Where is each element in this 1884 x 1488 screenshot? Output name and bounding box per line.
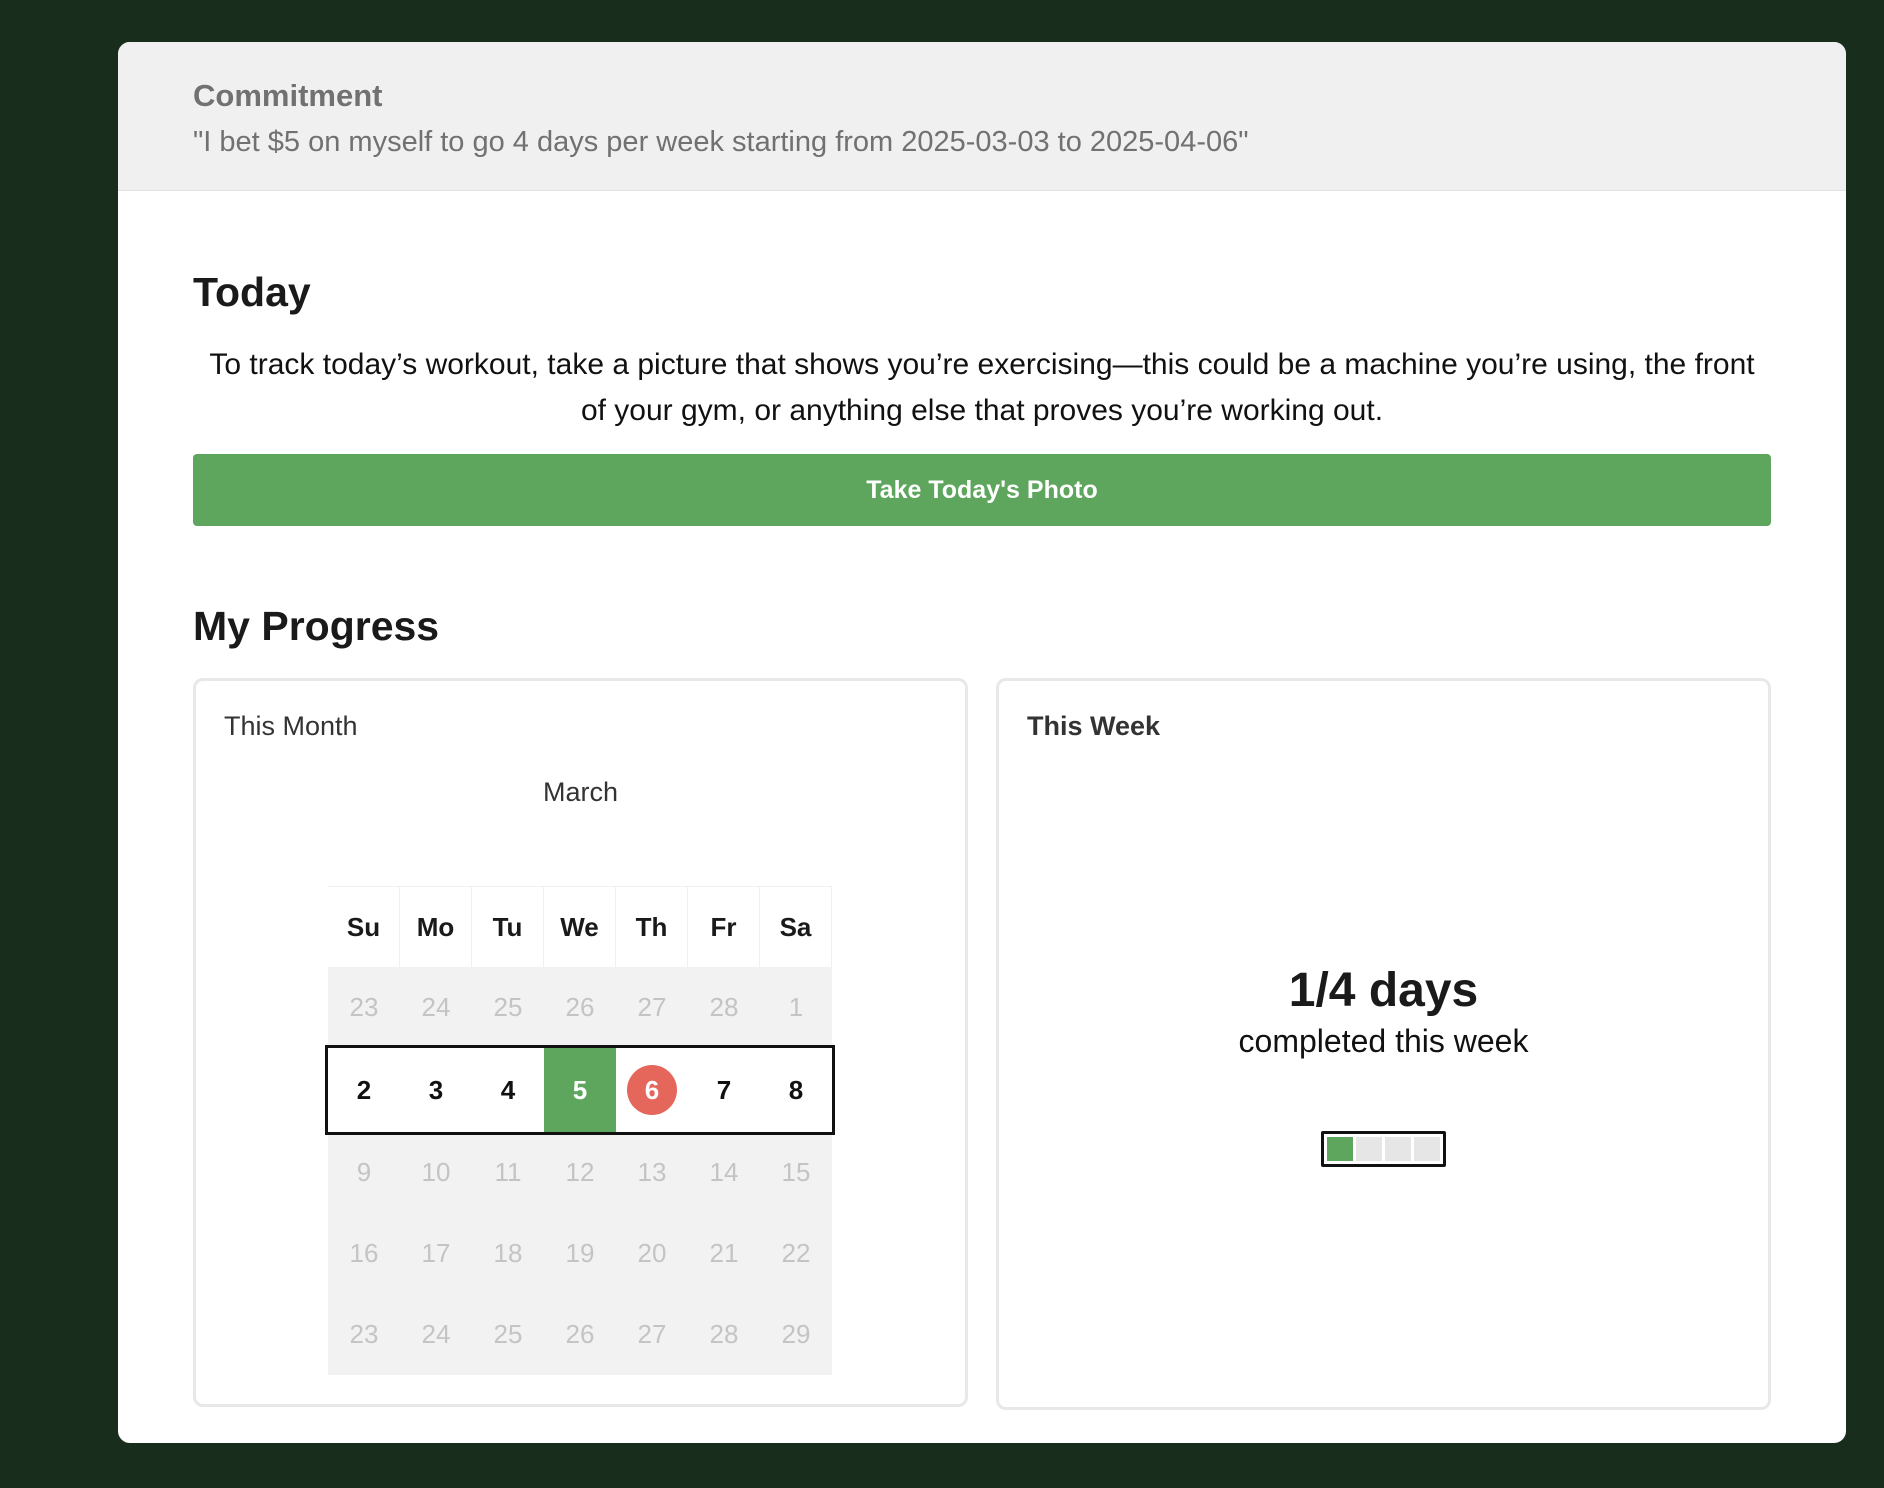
month-panel: This Month March Su Mo Tu We Th Fr Sa 23 24 25 26… <box>193 678 968 1407</box>
calendar-day: 12 <box>544 1132 616 1213</box>
calendar-day-completed[interactable]: 5 <box>544 1048 616 1132</box>
calendar-day[interactable]: 4 <box>472 1048 544 1132</box>
week-segment-empty <box>1385 1137 1411 1161</box>
week-summary: 1/4 days completed this week <box>999 963 1768 1061</box>
calendar-day[interactable]: 8 <box>760 1048 832 1132</box>
calendar-day-today[interactable]: 6 <box>616 1048 688 1132</box>
weekday-label: Su <box>328 886 400 967</box>
month-calendar: Su Mo Tu We Th Fr Sa 23 24 25 26 27 28 1 2 3 4 5 6 7 8 9 10 11… <box>325 886 835 1375</box>
weekday-label: Fr <box>688 886 760 967</box>
weekday-label: We <box>544 886 616 967</box>
commitment-banner: Commitment "I bet $5 on myself to go 4 d… <box>118 42 1846 191</box>
calendar-current-week: 2345678 <box>325 1045 835 1135</box>
calendar-day: 13 <box>616 1132 688 1213</box>
today-instructions: To track today’s workout, take a picture… <box>209 348 1755 427</box>
weekday-label: Th <box>616 886 688 967</box>
calendar-day: 26 <box>544 967 616 1048</box>
main-card: Commitment "I bet $5 on myself to go 4 d… <box>118 42 1846 1443</box>
calendar-day: 28 <box>688 1294 760 1375</box>
calendar-day[interactable]: 3 <box>400 1048 472 1132</box>
calendar-day: 16 <box>328 1213 400 1294</box>
week-panel: This Week 1/4 days completed this week <box>996 678 1771 1410</box>
calendar-day: 14 <box>688 1132 760 1213</box>
month-panel-title: This Month <box>224 711 358 741</box>
calendar-day: 1 <box>760 967 832 1048</box>
calendar-day: 9 <box>328 1132 400 1213</box>
week-segment-empty <box>1414 1137 1440 1161</box>
calendar-day: 26 <box>544 1294 616 1375</box>
progress-heading: My Progress <box>193 603 440 649</box>
calendar-day: 19 <box>544 1213 616 1294</box>
today-marker: 6 <box>627 1065 677 1115</box>
calendar-day: 28 <box>688 967 760 1048</box>
calendar-day: 25 <box>472 1294 544 1375</box>
commitment-title: Commitment <box>193 78 383 113</box>
calendar-day[interactable]: 2 <box>328 1048 400 1132</box>
calendar-day: 17 <box>400 1213 472 1294</box>
week-segment-empty <box>1356 1137 1382 1161</box>
calendar-day: 20 <box>616 1213 688 1294</box>
calendar-day: 10 <box>400 1132 472 1213</box>
calendar-day: 27 <box>616 967 688 1048</box>
today-heading: Today <box>193 269 311 315</box>
calendar-day: 25 <box>472 967 544 1048</box>
weekday-label: Sa <box>760 886 832 967</box>
calendar-weekday-header: Su Mo Tu We Th Fr Sa <box>328 886 832 967</box>
calendar-day: 11 <box>472 1132 544 1213</box>
calendar-day: 21 <box>688 1213 760 1294</box>
weekday-label: Mo <box>400 886 472 967</box>
week-progress-bar <box>1321 1131 1446 1167</box>
week-panel-title: This Week <box>1027 711 1161 741</box>
calendar-day: 15 <box>760 1132 832 1213</box>
calendar-day: 29 <box>760 1294 832 1375</box>
calendar-week-row: 16 17 18 19 20 21 22 <box>328 1213 832 1294</box>
calendar-day: 27 <box>616 1294 688 1375</box>
calendar-day: 24 <box>400 1294 472 1375</box>
take-photo-button[interactable]: Take Today's Photo <box>193 454 1771 526</box>
calendar-day[interactable]: 7 <box>688 1048 760 1132</box>
calendar-day: 23 <box>328 967 400 1048</box>
calendar-week-row: 9 10 11 12 13 14 15 <box>328 1132 832 1213</box>
calendar-day: 24 <box>400 967 472 1048</box>
calendar-day: 22 <box>760 1213 832 1294</box>
commitment-text: "I bet $5 on myself to go 4 days per wee… <box>193 126 1249 158</box>
calendar-day: 18 <box>472 1213 544 1294</box>
week-count: 1/4 days <box>1288 964 1479 1017</box>
calendar-day: 23 <box>328 1294 400 1375</box>
calendar-week-row: 23 24 25 26 27 28 29 <box>328 1294 832 1375</box>
calendar-week-row: 23 24 25 26 27 28 1 <box>328 967 832 1048</box>
week-segment-filled <box>1327 1137 1353 1161</box>
weekday-label: Tu <box>472 886 544 967</box>
week-subtitle: completed this week <box>1238 1023 1529 1059</box>
calendar-month-name: March <box>542 777 618 807</box>
